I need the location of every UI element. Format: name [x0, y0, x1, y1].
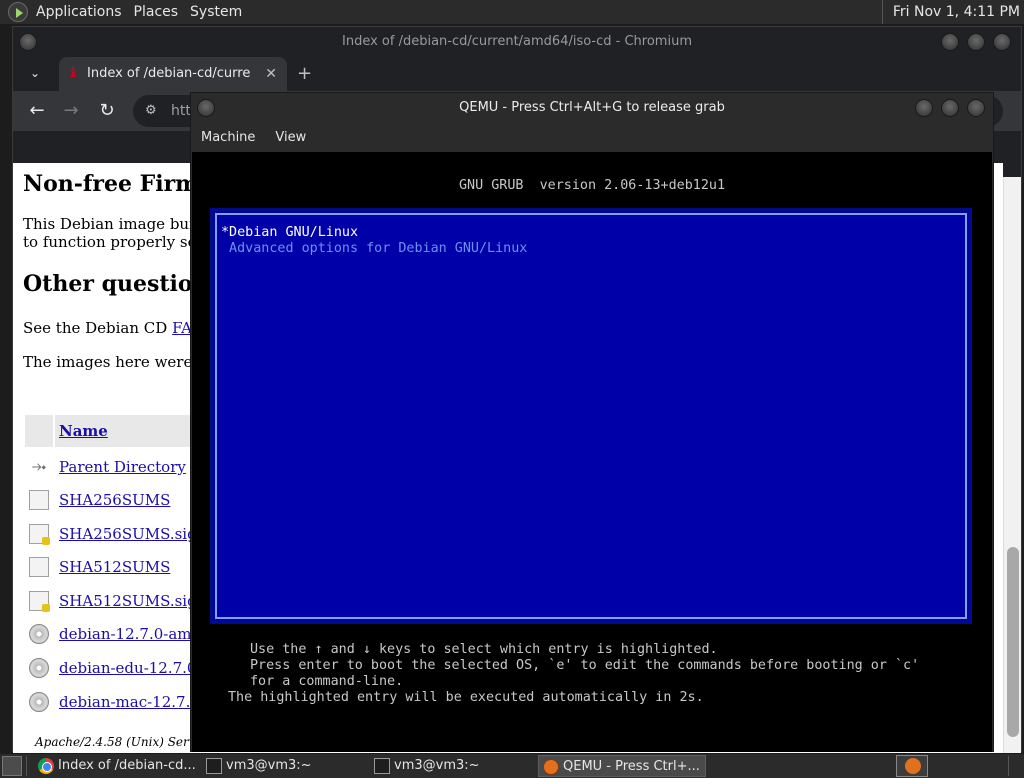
task-label: vm3@vm3:~ — [394, 758, 480, 773]
distro-logo-icon[interactable] — [8, 2, 28, 22]
maximize-icon[interactable] — [941, 99, 959, 117]
page-scrollbar-thumb[interactable] — [1007, 547, 1019, 737]
tab-active[interactable]: ♝ Index of /debian-cd/current/ ✕ — [59, 57, 287, 91]
grub-entry[interactable]: Advanced options for Debian GNU/Linux — [221, 241, 527, 256]
vm-display[interactable]: GNU GRUB version 2.06-13+deb12u1 *Debian… — [192, 152, 992, 752]
para-nonfree-line1: This Debian image build — [23, 215, 209, 233]
debian-favicon-icon: ♝ — [67, 65, 80, 81]
signature-icon — [29, 524, 50, 545]
para-nonfree-line2: to function properly so th — [23, 233, 218, 251]
disc-icon — [29, 658, 49, 678]
disc-icon — [29, 692, 49, 712]
server-signature: Apache/2.4.58 (Unix) Server — [35, 735, 209, 749]
site-info-icon[interactable]: ⚙ — [145, 95, 157, 127]
taskbar-separator — [26, 756, 27, 776]
close-icon[interactable] — [993, 33, 1011, 51]
para-faq: See the Debian CD FAQ — [23, 319, 204, 337]
grub-help-line: for a command-line. — [250, 674, 404, 689]
file-link[interactable]: SHA256SUMS — [59, 491, 170, 509]
show-desktop-icon[interactable] — [2, 756, 22, 776]
tab-strip: ⌄ ♝ Index of /debian-cd/current/ ✕ + — [13, 57, 1021, 91]
qemu-window-title: QEMU - Press Ctrl+Alt+G to release grab — [459, 100, 725, 115]
task-terminal[interactable]: vm3@vm3:~ — [370, 755, 534, 777]
panel-clock[interactable]: Fri Nov 1, 4:11 PM — [881, 0, 1024, 24]
signature-icon — [29, 591, 50, 612]
para-faq-text: See the Debian CD — [23, 319, 173, 337]
listing-header-icon-cell — [25, 415, 53, 447]
grub-menu-box: *Debian GNU/Linux Advanced options for D… — [210, 208, 972, 624]
grub-help-line: Press enter to boot the selected OS, `e'… — [250, 658, 920, 673]
window-menu-icon[interactable] — [19, 33, 37, 51]
sort-by-name-link[interactable]: Name — [59, 422, 108, 440]
document-icon — [29, 490, 49, 510]
file-link[interactable]: SHA512SUMS.sig — [59, 592, 197, 610]
reload-icon[interactable]: ↻ — [95, 99, 119, 123]
chromium-window-title: Index of /debian-cd/current/amd64/iso-cd… — [342, 34, 692, 49]
file-link[interactable]: debian-edu-12.7.0-a — [59, 659, 210, 677]
close-icon[interactable] — [967, 99, 985, 117]
file-link[interactable]: Parent Directory — [59, 458, 186, 476]
grub-menu-frame: *Debian GNU/Linux Advanced options for D… — [215, 213, 967, 619]
applications-menu[interactable]: Applications — [30, 0, 128, 24]
view-menu[interactable]: View — [265, 130, 316, 145]
qemu-menubar: Machine View — [191, 123, 993, 151]
workspace-switcher[interactable] — [896, 755, 928, 777]
minimize-icon[interactable] — [941, 33, 959, 51]
para-images: The images here were pu — [23, 353, 217, 371]
tab-title: Index of /debian-cd/current/ — [87, 66, 251, 81]
file-link[interactable]: SHA256SUMS.sig — [59, 525, 197, 543]
task-chromium[interactable]: Index of /debian-cd... — [34, 755, 198, 777]
tab-search-icon[interactable]: ⌄ — [27, 65, 43, 81]
forward-icon[interactable]: → — [59, 99, 83, 123]
grub-header: GNU GRUB version 2.06-13+deb12u1 — [458, 178, 726, 193]
page-scrollbar[interactable] — [1003, 177, 1021, 753]
heading-nonfree: Non-free Firmw — [23, 171, 218, 197]
places-menu[interactable]: Places — [128, 0, 185, 24]
system-menu[interactable]: System — [184, 0, 248, 24]
file-link[interactable]: SHA512SUMS — [59, 558, 170, 576]
disc-icon — [29, 624, 49, 644]
qemu-icon — [543, 759, 559, 775]
maximize-icon[interactable] — [967, 33, 985, 51]
document-icon — [29, 557, 49, 577]
back-icon[interactable]: ← — [25, 99, 49, 123]
panel-menus: Applications Places System — [30, 0, 248, 24]
notification-area — [1008, 756, 1022, 776]
back-icon: ⤞ — [31, 456, 47, 477]
address-text: htt — [171, 103, 191, 119]
task-terminal[interactable]: vm3@vm3:~ — [202, 755, 366, 777]
tab-close-icon[interactable]: ✕ — [265, 57, 277, 91]
terminal-icon — [374, 758, 390, 774]
task-qemu[interactable]: QEMU - Press Ctrl+... — [538, 755, 706, 777]
task-label: Index of /debian-cd... — [58, 758, 196, 773]
task-label: QEMU - Press Ctrl+... — [563, 759, 700, 774]
chromium-titlebar[interactable]: Index of /debian-cd/current/amd64/iso-cd… — [13, 27, 1021, 57]
file-link[interactable]: debian-12.7.0-amd( — [59, 625, 207, 643]
chromium-icon — [38, 758, 54, 774]
grub-countdown: The highlighted entry will be executed a… — [228, 690, 704, 705]
window-menu-icon[interactable] — [197, 99, 215, 117]
taskbar: Index of /debian-cd... vm3@vm3:~ vm3@vm3… — [0, 754, 1024, 778]
terminal-icon — [206, 758, 222, 774]
minimize-icon[interactable] — [915, 99, 933, 117]
qemu-window: QEMU - Press Ctrl+Alt+G to release grab … — [190, 92, 994, 752]
workspace-window-icon — [905, 758, 921, 774]
new-tab-icon[interactable]: + — [297, 57, 312, 91]
task-label: vm3@vm3:~ — [226, 758, 312, 773]
top-panel: Applications Places System Fri Nov 1, 4:… — [0, 0, 1024, 24]
grub-entry-selected[interactable]: *Debian GNU/Linux — [221, 225, 358, 240]
machine-menu[interactable]: Machine — [191, 130, 265, 145]
qemu-titlebar[interactable]: QEMU - Press Ctrl+Alt+G to release grab — [191, 93, 993, 123]
grub-help-line: Use the ↑ and ↓ keys to select which ent… — [250, 642, 718, 657]
